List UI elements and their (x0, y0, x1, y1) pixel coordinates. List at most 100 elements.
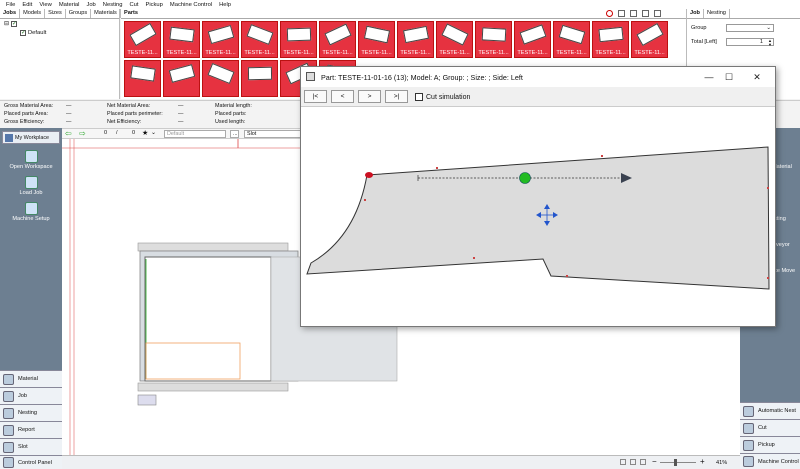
pickup-button[interactable]: Pickup (740, 436, 800, 453)
default-combo[interactable]: Default (164, 130, 226, 138)
prev-button[interactable]: < (331, 90, 354, 103)
gross-material-area-value: — (66, 103, 72, 109)
part-thumbnail[interactable] (163, 60, 200, 97)
part-thumbnail[interactable]: TESTE-11... (592, 21, 629, 58)
checkbox-none-icon[interactable] (630, 10, 637, 17)
nesting-icon (3, 407, 14, 419)
last-button[interactable]: >| (385, 90, 408, 103)
nav-report[interactable]: Report (0, 421, 62, 438)
part-thumbnail[interactable]: TESTE-11... (202, 21, 239, 58)
part-thumbnail[interactable] (202, 60, 239, 97)
machine-setup-label: Machine Setup (12, 216, 50, 222)
tab-materials[interactable]: Materials (91, 9, 121, 18)
menu-nesting[interactable]: Nesting (103, 2, 123, 8)
menu-cut[interactable]: Cut (129, 2, 138, 8)
part-thumbnail[interactable]: TESTE-11... (163, 21, 200, 58)
part-thumbnail[interactable]: TESTE-11... (553, 21, 590, 58)
menu-pickup[interactable]: Pickup (145, 2, 162, 8)
part-thumbnail[interactable]: TESTE-11... (241, 21, 278, 58)
part-thumbnail[interactable]: TESTE-11... (358, 21, 395, 58)
part-thumbnail[interactable]: TESTE-11... (319, 21, 356, 58)
total-left-stepper[interactable]: 1 ▲ ▼ (726, 38, 774, 46)
view-icon[interactable] (630, 459, 636, 465)
tab-parts[interactable]: Parts (121, 9, 686, 19)
group-select[interactable]: ⌄ (726, 24, 774, 32)
part-shape-icon (129, 22, 157, 47)
tab-groups[interactable]: Groups (66, 9, 92, 18)
minimize-icon[interactable]: — (701, 69, 717, 85)
next-button[interactable]: > (358, 90, 381, 103)
pickup-label: Pickup (758, 442, 775, 448)
view-icon[interactable] (620, 459, 626, 465)
gross-efficiency-value: — (66, 119, 72, 125)
tree-root[interactable]: ⊟ (0, 19, 119, 28)
tree-item-default[interactable]: Default (0, 28, 119, 37)
tab-job[interactable]: Job (687, 9, 704, 18)
menu-job[interactable]: Job (86, 2, 95, 8)
slot-combo[interactable]: Slot (244, 130, 302, 138)
part-preview-canvas[interactable] (301, 107, 775, 326)
nav-material[interactable]: Material (0, 370, 62, 387)
tree-root-checkbox[interactable] (11, 20, 17, 27)
part-thumbnail[interactable]: TESTE-11... (436, 21, 473, 58)
chevron-down-icon[interactable]: ⌄ (151, 129, 156, 136)
zoom-slider-thumb[interactable] (674, 459, 677, 466)
cut-simulation-checkbox[interactable] (415, 93, 423, 101)
machine-control-button[interactable]: Machine Control (740, 453, 800, 469)
forward-arrow-icon[interactable]: ⇨ (79, 129, 86, 138)
view-icon[interactable] (640, 459, 646, 465)
tree-expand-icon[interactable]: ⊟ (4, 20, 9, 27)
zoom-slider[interactable] (660, 462, 696, 463)
auto-nest-button[interactable]: Automatic Nest (740, 402, 800, 419)
zoom-icon[interactable] (654, 10, 661, 17)
menu-view[interactable]: View (39, 2, 51, 8)
part-thumbnail[interactable]: TESTE-11... (124, 21, 161, 58)
star-icon[interactable]: ★ (142, 129, 148, 137)
count-b: 0 (132, 130, 136, 136)
zoom-out-icon[interactable]: − (652, 457, 657, 466)
part-thumbnail[interactable] (241, 60, 278, 97)
open-workspace-tool[interactable]: Open Workspace (4, 150, 58, 170)
tab-nesting[interactable]: Nesting (704, 9, 730, 18)
right-tool-move-label[interactable]: ce Move (774, 268, 795, 274)
checkbox-all-icon[interactable] (618, 10, 625, 17)
load-job-tool[interactable]: Load Job (4, 176, 58, 196)
cut-simulation-toggle[interactable]: Cut simulation (415, 93, 470, 101)
tab-models[interactable]: Models (20, 9, 46, 18)
first-button[interactable]: |< (304, 90, 327, 103)
back-arrow-icon[interactable]: ⇦ (65, 129, 72, 138)
part-thumbnail[interactable]: TESTE-11... (475, 21, 512, 58)
part-thumbnail[interactable]: TESTE-11... (397, 21, 434, 58)
part-shape-icon (207, 24, 235, 45)
close-icon[interactable]: ✕ (749, 69, 765, 85)
stepper-arrows-icon[interactable]: ▲ ▼ (768, 39, 772, 47)
part-thumbnail-label: TESTE-11... (517, 50, 548, 56)
nav-job[interactable]: Job (0, 387, 62, 404)
part-thumbnail[interactable]: TESTE-11... (631, 21, 668, 58)
part-thumbnail[interactable]: TESTE-11... (280, 21, 317, 58)
part-thumbnail[interactable]: TESTE-11... (514, 21, 551, 58)
menu-material[interactable]: Material (59, 2, 80, 8)
stop-icon[interactable] (606, 10, 613, 17)
menu-file[interactable]: File (6, 2, 15, 8)
tab-sizes[interactable]: Sizes (45, 9, 66, 18)
cut-button[interactable]: Cut (740, 419, 800, 436)
nav-control-panel[interactable]: Control Panel (0, 455, 62, 469)
menu-help[interactable]: Help (219, 2, 231, 8)
browse-button[interactable]: ... (230, 130, 239, 138)
part-thumbnail[interactable] (124, 60, 161, 97)
menu-edit[interactable]: Edit (22, 2, 32, 8)
my-workplace-header[interactable]: My Workplace (2, 131, 60, 144)
view-options-icon[interactable] (642, 10, 649, 17)
nav-nesting[interactable]: Nesting (0, 404, 62, 421)
menu-machine-control[interactable]: Machine Control (170, 2, 212, 8)
placed-parts-perimeter-label: Placed parts perimeter: (107, 111, 163, 117)
machine-setup-tool[interactable]: Machine Setup (4, 202, 58, 222)
maximize-icon[interactable]: ☐ (721, 69, 737, 85)
machine-control-label: Machine Control (758, 458, 799, 465)
zoom-in-icon[interactable]: + (700, 457, 705, 466)
tab-jobs[interactable]: Jobs (0, 9, 21, 18)
tree-default-checkbox[interactable] (20, 29, 26, 36)
nav-slot[interactable]: Slot (0, 438, 62, 455)
right-tool-conveyor-label[interactable]: veyor (776, 242, 790, 248)
